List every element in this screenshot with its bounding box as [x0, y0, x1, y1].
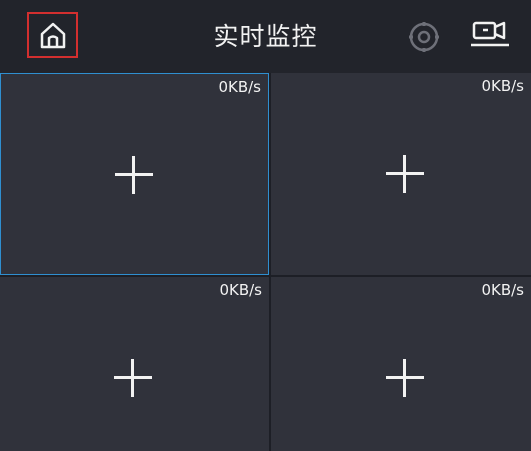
gear-icon[interactable]: [408, 21, 440, 53]
add-channel-icon[interactable]: [114, 359, 152, 397]
add-channel-icon[interactable]: [386, 155, 424, 193]
bitrate-label: 0KB/s: [218, 78, 261, 96]
page-title: 实时监控: [213, 22, 318, 51]
camera-device-icon[interactable]: [471, 18, 509, 54]
add-channel-icon[interactable]: [115, 156, 153, 194]
live-monitor-screen: 实时监控 0KB/s 0KB/s 0KB/s 0KB/s: [0, 0, 531, 451]
bitrate-label: 0KB/s: [481, 281, 524, 299]
channel-tile-4[interactable]: 0KB/s: [271, 277, 531, 451]
channel-grid: 0KB/s 0KB/s 0KB/s 0KB/s: [0, 73, 531, 451]
top-bar: 实时监控: [0, 0, 531, 73]
bitrate-label: 0KB/s: [481, 77, 524, 95]
add-channel-icon[interactable]: [386, 359, 424, 397]
channel-tile-2[interactable]: 0KB/s: [271, 73, 531, 275]
channel-tile-3[interactable]: 0KB/s: [0, 277, 269, 451]
home-button[interactable]: [27, 12, 78, 58]
bitrate-label: 0KB/s: [219, 281, 262, 299]
home-icon: [40, 22, 65, 49]
channel-tile-1[interactable]: 0KB/s: [0, 73, 269, 275]
